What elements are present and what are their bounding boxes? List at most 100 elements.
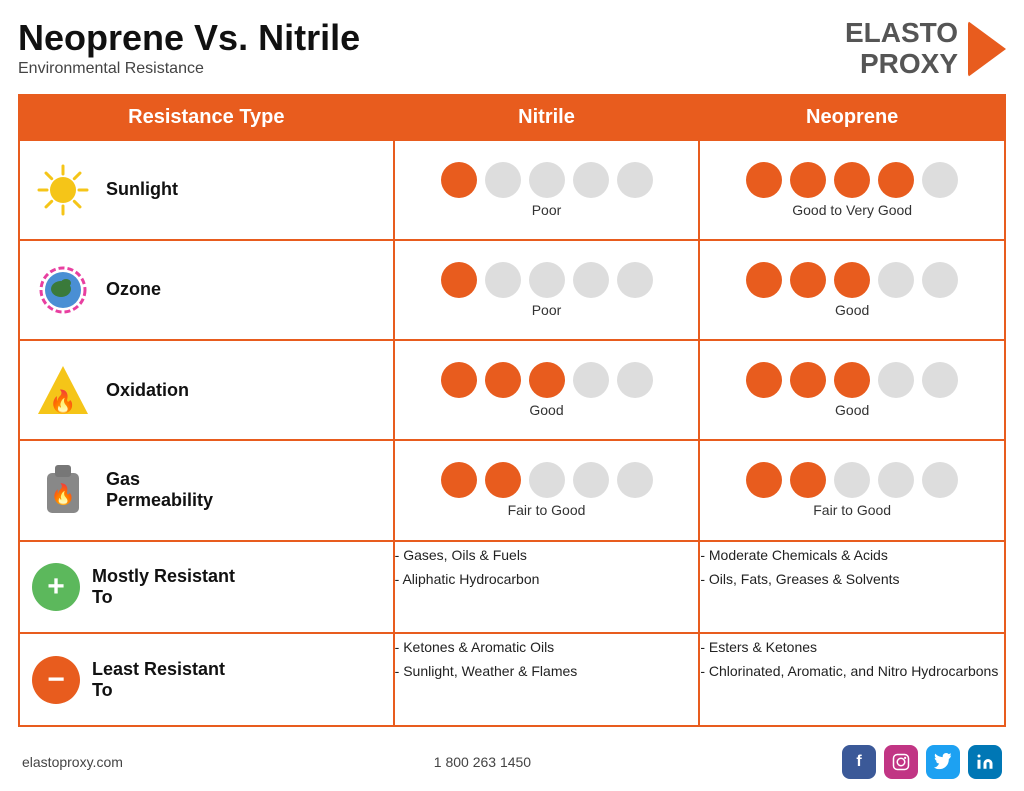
list-item: - Sunlight, Weather & Flames: [395, 661, 699, 682]
facebook-icon[interactable]: f: [842, 745, 876, 779]
table-row: 🔥 Oxidation Good Good: [19, 340, 1005, 440]
list-item: - Aliphatic Hydrocarbon: [395, 569, 699, 590]
neoprene-rating-label: Good: [700, 302, 1004, 318]
dot-filled: [441, 462, 477, 498]
dot-empty: [878, 262, 914, 298]
neoprene-rating-label: Fair to Good: [700, 502, 1004, 518]
table-row: 🔥 GasPermeability Fair to Good Fair to G…: [19, 440, 1005, 540]
type-cell: 🔥 GasPermeability: [19, 440, 394, 540]
dot-empty: [617, 462, 653, 498]
table-row: + Mostly ResistantTo - Gases, Oils & Fue…: [19, 541, 1005, 634]
nitrile-cell: Fair to Good: [394, 440, 700, 540]
row-label: Ozone: [106, 279, 161, 300]
dot-empty: [573, 362, 609, 398]
dot-filled: [485, 462, 521, 498]
dot-empty: [922, 462, 958, 498]
row-label: Least ResistantTo: [92, 659, 225, 701]
icon-minus: −: [32, 656, 80, 704]
col-header-nitrile: Nitrile: [394, 95, 700, 140]
twitter-icon[interactable]: [926, 745, 960, 779]
table-row: − Least ResistantTo - Ketones & Aromatic…: [19, 633, 1005, 726]
dot-filled: [834, 362, 870, 398]
header-left: Neoprene Vs. Nitrile Environmental Resis…: [18, 18, 360, 78]
linkedin-icon[interactable]: [968, 745, 1002, 779]
dot-filled: [746, 462, 782, 498]
nitrile-rating-label: Poor: [395, 302, 699, 318]
col-header-type: Resistance Type: [19, 95, 394, 140]
minus-icon: −: [32, 656, 80, 704]
dot-filled: [790, 362, 826, 398]
dot-empty: [485, 162, 521, 198]
nitrile-text-cell: - Gases, Oils & Fuels - Aliphatic Hydroca…: [394, 541, 700, 634]
list-item: - Gases, Oils & Fuels: [395, 545, 699, 566]
dot-filled: [441, 262, 477, 298]
dot-empty: [617, 362, 653, 398]
header: Neoprene Vs. Nitrile Environmental Resis…: [18, 18, 1006, 80]
dot-empty: [878, 362, 914, 398]
neoprene-cell: Good: [699, 340, 1005, 440]
list-item: - Oils, Fats, Greases & Solvents: [700, 569, 1004, 590]
nitrile-cell: Poor: [394, 240, 700, 340]
nitrile-rating-label: Fair to Good: [395, 502, 699, 518]
dot-filled: [441, 162, 477, 198]
neoprene-text-cell: - Moderate Chemicals & Acids- Oils, Fats…: [699, 541, 1005, 634]
icon-warning: 🔥: [34, 361, 92, 419]
dot-filled: [746, 362, 782, 398]
list-item: - Ketones & Aromatic Oils: [395, 637, 699, 658]
logo-arrow-icon: [968, 21, 1006, 77]
nitrile-cell: Poor: [394, 140, 700, 240]
row-label: Sunlight: [106, 179, 178, 200]
dot-filled: [746, 162, 782, 198]
dot-empty: [617, 262, 653, 298]
neoprene-rating-label: Good: [700, 402, 1004, 418]
neoprene-cell: Good: [699, 240, 1005, 340]
comparison-table: Resistance Type Nitrile Neoprene Sunligh…: [18, 94, 1006, 727]
dot-empty: [922, 162, 958, 198]
footer: elastoproxy.com 1 800 263 1450 f: [18, 735, 1006, 781]
type-cell: Ozone: [19, 240, 394, 340]
logo: ELASTO PROXY: [845, 18, 1006, 80]
row-label: Mostly ResistantTo: [92, 566, 235, 608]
table-row: Ozone Poor Good: [19, 240, 1005, 340]
dot-empty: [485, 262, 521, 298]
dot-empty: [529, 162, 565, 198]
neoprene-text-cell: - Esters & Ketones - Chlorinated, Aromati…: [699, 633, 1005, 726]
icon-ozone: [34, 261, 92, 319]
dot-empty: [878, 462, 914, 498]
type-cell: + Mostly ResistantTo: [19, 541, 394, 634]
instagram-icon[interactable]: [884, 745, 918, 779]
page-subtitle: Environmental Resistance: [18, 60, 360, 78]
type-cell: 🔥 Oxidation: [19, 340, 394, 440]
nitrile-text-cell: - Ketones & Aromatic Oils - Sunlight, Wea…: [394, 633, 700, 726]
gas-icon: 🔥: [41, 461, 85, 519]
dot-empty: [573, 462, 609, 498]
dot-empty: [529, 262, 565, 298]
nitrile-rating-label: Good: [395, 402, 699, 418]
icon-gas: 🔥: [34, 461, 92, 519]
dot-empty: [617, 162, 653, 198]
dot-filled: [834, 162, 870, 198]
footer-phone: 1 800 263 1450: [434, 754, 531, 770]
type-cell: − Least ResistantTo: [19, 633, 394, 726]
col-header-neoprene: Neoprene: [699, 95, 1005, 140]
page-title: Neoprene Vs. Nitrile: [18, 18, 360, 58]
ozone-icon: [36, 263, 90, 317]
nitrile-rating-label: Poor: [395, 202, 699, 218]
dot-filled: [746, 262, 782, 298]
svg-text:🔥: 🔥: [51, 482, 76, 506]
list-item: - Esters & Ketones: [700, 637, 1004, 658]
logo-text-line1: ELASTO PROXY: [845, 18, 958, 80]
sun-icon: [36, 163, 90, 217]
dot-empty: [922, 262, 958, 298]
dot-filled: [441, 362, 477, 398]
dot-empty: [573, 262, 609, 298]
page-wrapper: Neoprene Vs. Nitrile Environmental Resis…: [0, 0, 1024, 791]
dot-filled: [790, 262, 826, 298]
dot-empty: [529, 462, 565, 498]
neoprene-rating-label: Good to Very Good: [700, 202, 1004, 218]
dot-filled: [878, 162, 914, 198]
list-item: - Chlorinated, Aromatic, and Nitro Hydro…: [700, 661, 1004, 682]
dot-empty: [834, 462, 870, 498]
dot-filled: [790, 462, 826, 498]
neoprene-cell: Fair to Good: [699, 440, 1005, 540]
